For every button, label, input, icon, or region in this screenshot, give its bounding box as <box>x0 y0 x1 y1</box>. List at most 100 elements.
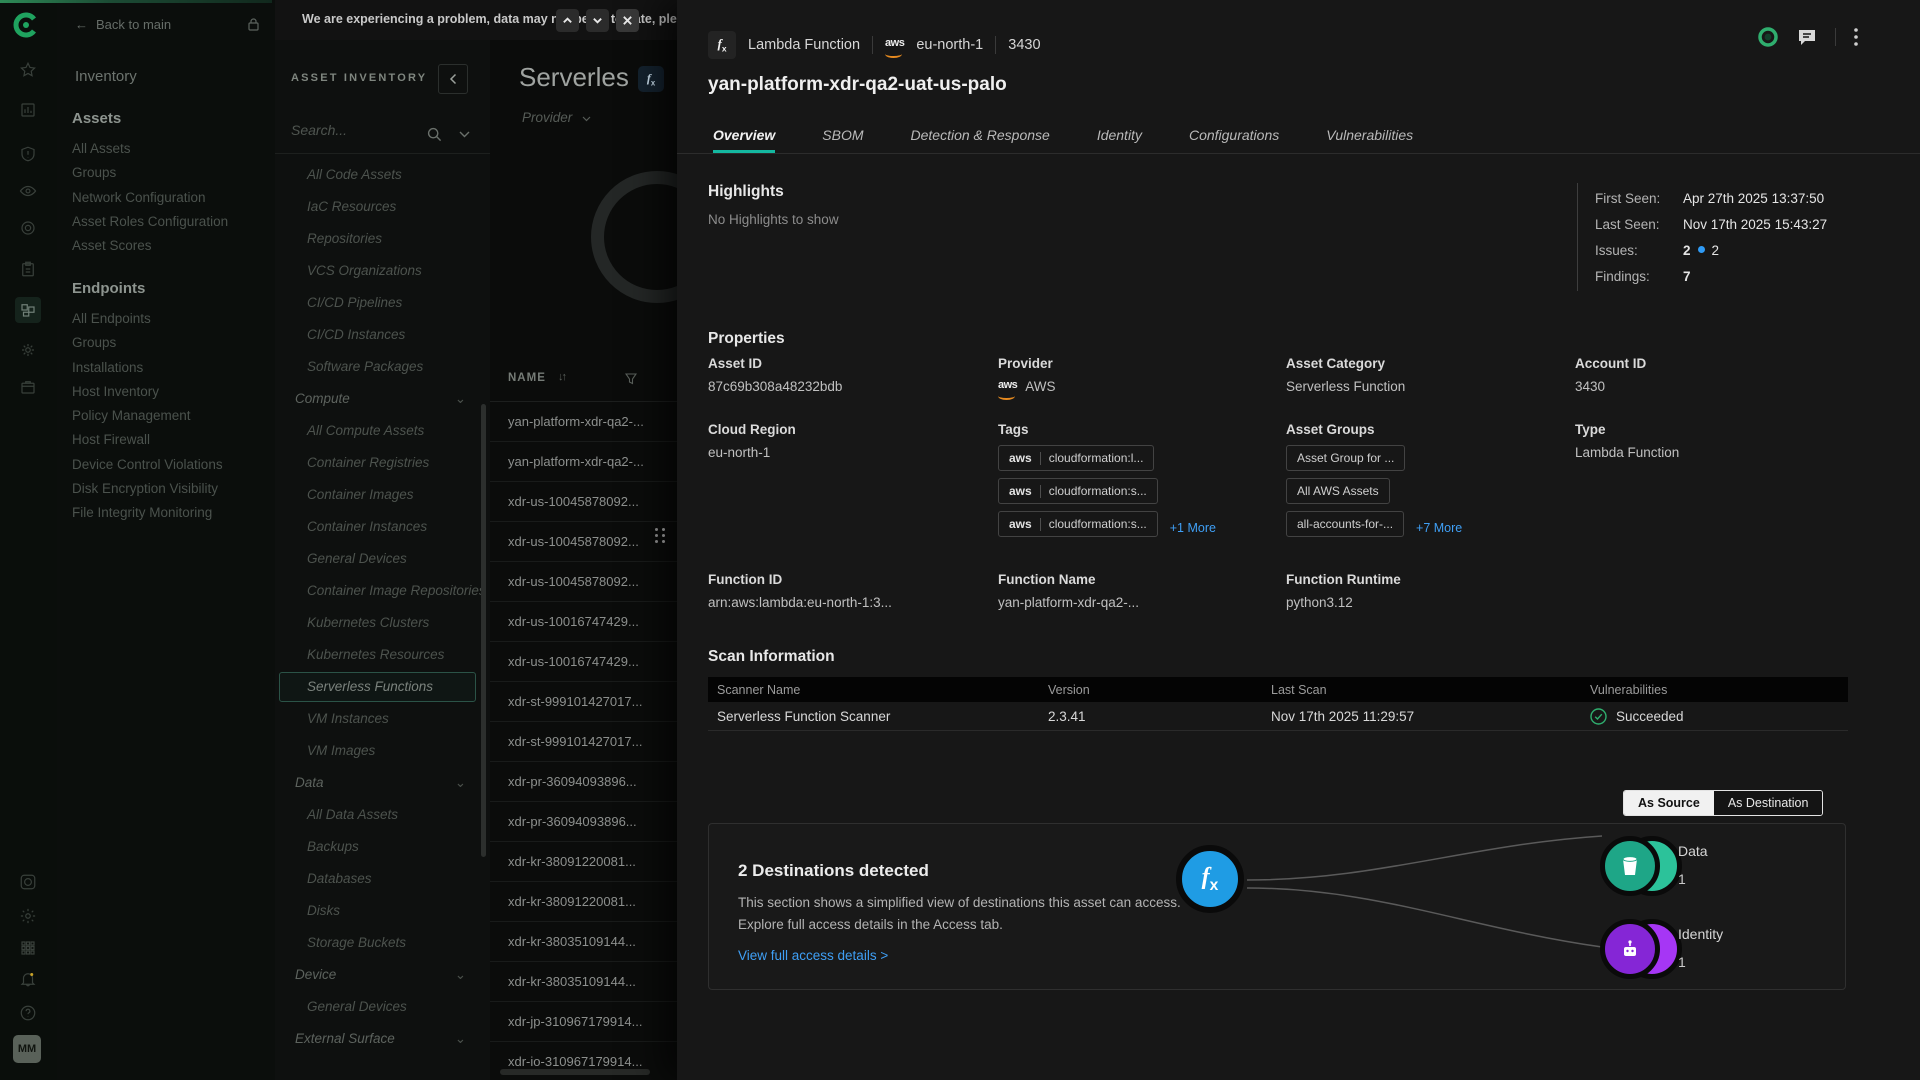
tree-item[interactable]: Container Images <box>275 479 490 511</box>
reports-icon[interactable] <box>15 97 41 123</box>
tree-item[interactable]: Compute <box>275 383 490 415</box>
tree-item[interactable]: General Devices <box>275 991 490 1023</box>
table-row[interactable]: xdr-us-10045878092... <box>490 482 677 522</box>
tree-item[interactable]: CI/CD Instances <box>275 319 490 351</box>
data-destination-node[interactable] <box>1600 836 1660 896</box>
tag-chip[interactable]: awscloudformation:s... <box>998 478 1158 504</box>
tree-item[interactable]: Kubernetes Clusters <box>275 607 490 639</box>
search-input[interactable] <box>291 122 421 138</box>
sidebar-item[interactable]: Device Control Violations <box>72 453 262 477</box>
table-row[interactable]: xdr-pr-36094093896... <box>490 762 677 802</box>
horizontal-scrollbar[interactable] <box>500 1069 650 1075</box>
table-row[interactable]: xdr-pr-36094093896... <box>490 802 677 842</box>
view-access-details-link[interactable]: View full access details > <box>738 948 888 963</box>
table-row[interactable]: xdr-kr-38091220081... <box>490 842 677 882</box>
target-icon[interactable] <box>15 215 41 241</box>
sidebar-item[interactable]: Groups <box>72 161 262 185</box>
tree-item[interactable]: VM Images <box>275 735 490 767</box>
table-row[interactable]: xdr-us-10016747429... <box>490 602 677 642</box>
identity-destination-node[interactable] <box>1600 919 1660 979</box>
tab[interactable]: Overview <box>713 120 775 153</box>
comments-icon[interactable] <box>1797 28 1817 47</box>
tree-item[interactable]: All Data Assets <box>275 799 490 831</box>
app-grid-icon[interactable] <box>15 935 41 961</box>
tab[interactable]: Detection & Response <box>911 120 1050 153</box>
filter-icon[interactable] <box>625 373 637 385</box>
tree-scrollbar[interactable] <box>481 404 486 857</box>
banner-close-button[interactable] <box>616 9 639 32</box>
sidebar-item[interactable]: Disk Encryption Visibility <box>72 477 262 501</box>
tree-item[interactable]: Data <box>275 767 490 799</box>
table-row[interactable]: yan-platform-xdr-qa2-... <box>490 402 677 442</box>
user-avatar[interactable]: MM <box>13 1035 41 1063</box>
more-options-kebab-icon[interactable] <box>1854 28 1858 46</box>
as-destination-button[interactable]: As Destination <box>1714 791 1823 815</box>
sidebar-item[interactable]: Host Firewall <box>72 428 262 452</box>
findings-value[interactable]: 7 <box>1683 269 1691 284</box>
clipboard-icon[interactable] <box>15 256 41 282</box>
tag-chip[interactable]: awscloudformation:l... <box>998 445 1154 471</box>
scan-table-row[interactable]: Serverless Function Scanner 2.3.41 Nov 1… <box>708 702 1848 731</box>
tree-item[interactable]: General Devices <box>275 543 490 575</box>
tree-item[interactable]: Disks <box>275 895 490 927</box>
sidebar-item[interactable]: Groups <box>72 331 262 355</box>
shield-alert-icon[interactable] <box>15 141 41 167</box>
table-row[interactable]: xdr-kr-38091220081... <box>490 882 677 922</box>
sidebar-item[interactable]: File Integrity Monitoring <box>72 501 262 525</box>
table-row[interactable]: xdr-us-10045878092... <box>490 522 677 562</box>
provider-filter-dropdown[interactable]: Provider <box>522 110 591 125</box>
endpoints-icon[interactable] <box>15 297 41 323</box>
sidebar-item[interactable]: Host Inventory <box>72 380 262 404</box>
sidebar-item[interactable]: Asset Scores <box>72 234 262 258</box>
sidebar-item[interactable]: All Endpoints <box>72 307 262 331</box>
automation-icon[interactable] <box>15 337 41 363</box>
table-row[interactable]: xdr-st-999101427017... <box>490 682 677 722</box>
console-icon[interactable] <box>15 869 41 895</box>
sidebar-item[interactable]: Policy Management <box>72 404 262 428</box>
panel-resize-handle[interactable] <box>655 528 666 543</box>
sidebar-item[interactable]: Asset Roles Configuration <box>72 210 262 234</box>
sidebar-item[interactable]: Installations <box>72 356 262 380</box>
tree-item[interactable]: VCS Organizations <box>275 255 490 287</box>
name-column-header[interactable]: NAME <box>508 372 546 384</box>
live-status-icon[interactable] <box>1757 26 1779 48</box>
tree-item[interactable]: Container Instances <box>275 511 490 543</box>
tree-item[interactable]: All Code Assets <box>275 159 490 191</box>
tree-item[interactable]: Software Packages <box>275 351 490 383</box>
tree-item[interactable]: Backups <box>275 831 490 863</box>
table-row[interactable]: xdr-jp-310967179914... <box>490 1002 677 1042</box>
tab[interactable]: Identity <box>1097 120 1142 153</box>
tree-item[interactable]: Container Image Repositories <box>275 575 490 607</box>
tree-item[interactable]: Storage Buckets <box>275 927 490 959</box>
favorites-star-icon[interactable] <box>15 57 41 83</box>
tree-item[interactable]: All Compute Assets <box>275 415 490 447</box>
tag-chip[interactable]: awscloudformation:s... <box>998 511 1158 537</box>
lambda-source-node[interactable]: fx <box>1176 845 1244 913</box>
tab[interactable]: Configurations <box>1189 120 1279 153</box>
tree-item[interactable]: CI/CD Pipelines <box>275 287 490 319</box>
asset-group-chip[interactable]: Asset Group for ... <box>1286 445 1405 471</box>
issues-open[interactable]: 2 <box>1712 243 1720 258</box>
visibility-eye-icon[interactable] <box>15 178 41 204</box>
back-to-main-button[interactable]: ← Back to main <box>75 17 259 32</box>
tree-item[interactable]: IaC Resources <box>275 191 490 223</box>
table-row[interactable]: xdr-st-999101427017... <box>490 722 677 762</box>
sort-icon[interactable]: ↓↑ <box>558 371 565 383</box>
tree-item[interactable]: Repositories <box>275 223 490 255</box>
issues-total[interactable]: 2 <box>1683 243 1691 258</box>
groups-more-link[interactable]: +7 More <box>1416 521 1462 535</box>
banner-previous-button[interactable] <box>556 9 579 32</box>
collapse-panel-button[interactable] <box>438 64 468 94</box>
package-icon[interactable] <box>15 374 41 400</box>
as-source-button[interactable]: As Source <box>1624 791 1714 815</box>
table-row[interactable]: yan-platform-xdr-qa2-... <box>490 442 677 482</box>
sidebar-item[interactable]: Network Configuration <box>72 186 262 210</box>
tree-item[interactable]: Device <box>275 959 490 991</box>
table-row[interactable]: xdr-kr-38035109144... <box>490 962 677 1002</box>
search-options-chevron-icon[interactable] <box>459 131 470 138</box>
tab[interactable]: SBOM <box>822 120 863 153</box>
banner-next-button[interactable] <box>586 9 609 32</box>
sidebar-item[interactable]: All Assets <box>72 137 262 161</box>
table-row[interactable]: xdr-us-10045878092... <box>490 562 677 602</box>
table-row[interactable]: xdr-us-10016747429... <box>490 642 677 682</box>
